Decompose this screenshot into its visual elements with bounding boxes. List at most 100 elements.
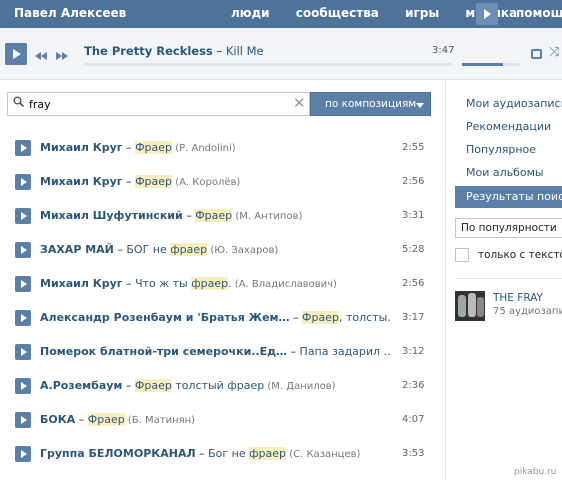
sidebar-item-my-albums[interactable]: Мои альбомы (466, 166, 544, 179)
track-title-pre[interactable]: Бог не (208, 447, 249, 460)
track-title-highlight[interactable]: Фраер (87, 413, 125, 426)
track-row[interactable]: БОКА – Фраер (Б. Матинян) 4:07 (0, 402, 444, 436)
track-play-icon[interactable] (15, 446, 31, 462)
search-filter-button[interactable]: по композициям (310, 92, 431, 116)
track-duration: 3:53 (402, 448, 425, 459)
track-duration: 2:56 (402, 176, 425, 187)
artist-track-count: 75 аудиозаписей (493, 306, 562, 317)
chevron-down-icon (416, 103, 424, 108)
track-duration: 3:31 (402, 210, 425, 221)
track-artist[interactable]: Михаил Круг (40, 277, 123, 290)
track-play-icon[interactable] (15, 310, 31, 326)
track-artist[interactable]: Померок блатной-три семерочки..Ед… (40, 345, 287, 358)
track-duration: 4:07 (402, 414, 425, 425)
now-playing-artist[interactable]: The Pretty Reckless (84, 44, 213, 58)
nav-games[interactable]: игры (405, 6, 439, 20)
track-separator: – (182, 209, 196, 222)
next-icon[interactable] (56, 50, 68, 63)
sidebar-divider (455, 278, 562, 279)
track-play-icon[interactable] (15, 140, 31, 156)
track-author: (М. Данилов) (264, 381, 336, 392)
volume-slider[interactable] (462, 63, 520, 66)
track-separator: – (122, 175, 136, 188)
track-separator: – (289, 311, 303, 324)
sort-select[interactable]: По популярности (455, 218, 562, 238)
now-playing-title[interactable]: Kill Me (226, 44, 264, 58)
track-title-highlight[interactable]: фраер (191, 277, 229, 290)
track-row[interactable]: Михаил Круг – Что ж ты фраер. (А. Владис… (0, 266, 444, 300)
lyrics-checkbox[interactable] (455, 248, 469, 262)
track-title-pre[interactable]: Что ж ты (135, 277, 191, 290)
sidebar-item-popular[interactable]: Популярное (466, 143, 536, 156)
watermark: pikabu.ru (514, 467, 557, 477)
track-artist[interactable]: Михаил Шуфутинский (40, 209, 183, 222)
artist-name-link[interactable]: THE FRAY (493, 292, 543, 304)
track-duration: 5:28 (402, 244, 425, 255)
track-row[interactable]: Группа БЕЛОМОРКАНАЛ – Бог не фраер (С. К… (0, 436, 444, 470)
repeat-icon[interactable] (531, 49, 542, 59)
track-row[interactable]: А.Розембаум – Фраер толстый фраер (М. Да… (0, 368, 444, 402)
track-title-pre[interactable]: Папа задарил … (300, 345, 390, 358)
track-row[interactable]: Александр Розенбаум и 'Братья Жем… – Фра… (0, 300, 444, 334)
mini-play-icon[interactable] (476, 3, 498, 25)
track-title-highlight[interactable]: фраер (170, 243, 208, 256)
track-title-post[interactable]: , толсты… (339, 311, 390, 324)
track-play-icon[interactable] (15, 412, 31, 428)
sidebar-item-my-audio[interactable]: Мои аудиозаписи (466, 97, 562, 110)
previous-icon[interactable] (35, 50, 47, 63)
track-artist[interactable]: Александр Розенбаум и 'Братья Жем… (40, 311, 290, 324)
shuffle-icon[interactable]: ⤨ (549, 45, 559, 60)
track-row[interactable]: Михаил Круг – Фраер (А. Королёв) 2:56 (0, 164, 444, 198)
progress-bar[interactable] (84, 63, 452, 66)
track-title-highlight[interactable]: Фраер (135, 141, 173, 154)
lyrics-checkbox-label[interactable]: только с текстом (478, 249, 562, 261)
sidebar-item-recommendations[interactable]: Рекомендации (466, 120, 551, 133)
track-title-highlight[interactable]: Фраер (302, 311, 339, 324)
now-playing: The Pretty Reckless – Kill Me (84, 44, 264, 58)
track-play-icon[interactable] (15, 344, 31, 360)
track-title-pre[interactable]: БОГ не (126, 243, 170, 256)
track-duration: 2:56 (402, 278, 425, 289)
track-play-icon[interactable] (15, 174, 31, 190)
top-bar: Павел Алексеев люди сообщества игры музы… (0, 0, 562, 28)
track-author: (Ю. Захаров) (207, 245, 279, 256)
sidebar-item-search-results[interactable]: Результаты поиска (455, 186, 562, 208)
track-separator: – (287, 345, 300, 358)
track-play-icon[interactable] (15, 242, 31, 258)
track-artist[interactable]: А.Розембаум (40, 379, 122, 392)
track-row[interactable]: Померок блатной-три семерочки..Ед… – Пап… (0, 334, 444, 368)
track-play-icon[interactable] (15, 208, 31, 224)
track-author: (С. Казанцев) (286, 449, 361, 460)
track-artist[interactable]: Михаил Круг (40, 175, 123, 188)
track-author: (А. Королёв) (172, 177, 241, 188)
volume-fill (462, 63, 503, 66)
track-line: Михаил Шуфутинский – Фраер (М. Антипов) (40, 209, 390, 222)
track-row[interactable]: ЗАХАР МАЙ – БОГ не фраер (Ю. Захаров) 5:2… (0, 232, 444, 266)
track-title-highlight[interactable]: фраер (249, 447, 287, 460)
track-artist[interactable]: Михаил Круг (40, 141, 123, 154)
track-row[interactable]: Михаил Шуфутинский – Фраер (М. Антипов) 3… (0, 198, 444, 232)
user-name-link[interactable]: Павел Алексеев (14, 6, 126, 20)
track-duration: 3:17 (402, 312, 425, 323)
play-icon[interactable] (5, 43, 27, 65)
track-title-highlight[interactable]: Фраер (195, 209, 233, 222)
search-filter-label: по композициям (325, 98, 417, 110)
nav-help[interactable]: помощь (516, 6, 562, 20)
clear-icon[interactable]: ✕ (293, 94, 306, 112)
track-artist[interactable]: ЗАХАР МАЙ (40, 243, 114, 256)
search-input[interactable] (29, 96, 289, 112)
track-artist[interactable]: Группа БЕЛОМОРКАНАЛ (40, 447, 196, 460)
track-artist[interactable]: БОКА (40, 413, 75, 426)
artist-avatar[interactable] (455, 291, 485, 321)
track-title-highlight[interactable]: Фраер (134, 379, 172, 392)
track-title-post[interactable]: толстый фраер (172, 379, 264, 392)
track-duration: 2:36 (402, 380, 425, 391)
nav-people[interactable]: люди (231, 6, 270, 20)
track-title-highlight[interactable]: Фраер (135, 175, 173, 188)
track-duration: 2:55 (402, 142, 425, 153)
track-play-icon[interactable] (15, 276, 31, 292)
track-row[interactable]: Михаил Круг – Фраер (Р. Andolini) 2:55 (0, 130, 444, 164)
nav-communities[interactable]: сообщества (296, 6, 379, 20)
track-play-icon[interactable] (15, 378, 31, 394)
audio-player: The Pretty Reckless – Kill Me 3:47 ⤨ (0, 28, 562, 80)
